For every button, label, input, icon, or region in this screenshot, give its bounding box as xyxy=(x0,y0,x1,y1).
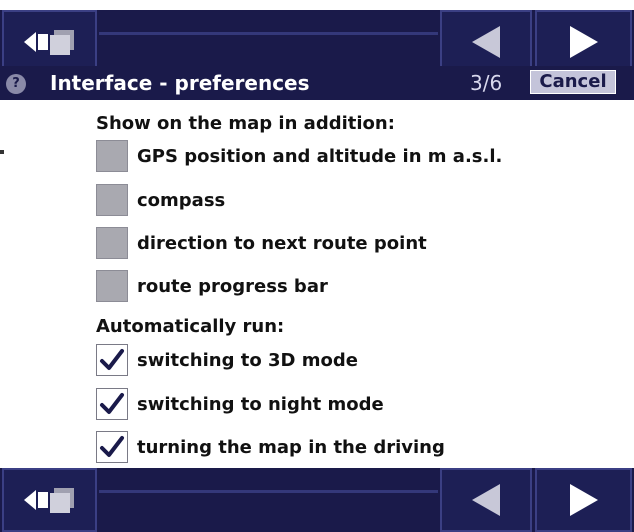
back-windows-icon xyxy=(23,488,74,513)
triangle-left-icon xyxy=(472,26,500,58)
top-toolbar xyxy=(0,10,634,74)
triangle-left-icon xyxy=(472,484,500,516)
option-night-mode[interactable]: switching to night mode xyxy=(96,387,384,421)
option-3d-mode[interactable]: switching to 3D mode xyxy=(96,343,358,377)
help-icon[interactable]: ? xyxy=(6,74,26,94)
next-button[interactable] xyxy=(535,468,632,532)
bottom-toolbar xyxy=(0,468,634,532)
option-label: direction to next route point xyxy=(137,232,427,254)
option-label: GPS position and altitude in m a.s.l. xyxy=(137,145,503,167)
toolbar-track xyxy=(99,468,438,532)
checkbox[interactable] xyxy=(96,227,128,259)
option-compass[interactable]: compass xyxy=(96,183,225,217)
option-gps-position[interactable]: GPS position and altitude in m a.s.l. xyxy=(96,139,502,173)
checkmark-icon xyxy=(100,436,124,457)
triangle-right-icon xyxy=(569,484,598,516)
next-button[interactable] xyxy=(535,10,632,74)
checkbox[interactable] xyxy=(96,184,128,216)
menu-button[interactable] xyxy=(2,468,97,532)
checkbox-checked[interactable] xyxy=(96,344,128,376)
checkbox[interactable] xyxy=(96,270,128,302)
checkmark-icon xyxy=(100,393,124,414)
option-label: switching to night mode xyxy=(137,393,384,415)
previous-button[interactable] xyxy=(440,10,532,74)
option-label: compass xyxy=(137,189,226,211)
toolbar-track xyxy=(99,10,438,74)
back-windows-icon xyxy=(23,30,74,55)
checkbox-checked[interactable] xyxy=(96,431,128,463)
option-label: route progress bar xyxy=(137,275,328,297)
triangle-right-icon xyxy=(569,26,598,58)
option-label: turning the map in the driving xyxy=(137,436,445,458)
header-bar: ? Interface - preferences 3/6 Cancel xyxy=(0,66,634,100)
previous-button[interactable] xyxy=(440,468,532,532)
checkbox-checked[interactable] xyxy=(96,388,128,420)
option-turning-map[interactable]: turning the map in the driving xyxy=(96,430,445,464)
page-title: Interface - preferences xyxy=(50,71,310,95)
option-direction-next-point[interactable]: direction to next route point xyxy=(96,226,427,260)
option-label: switching to 3D mode xyxy=(137,349,358,371)
option-route-progress-bar[interactable]: route progress bar xyxy=(96,269,328,303)
cancel-button[interactable]: Cancel xyxy=(530,70,616,94)
page-indicator: 3/6 xyxy=(470,71,503,95)
edge-mark xyxy=(0,150,4,154)
menu-button[interactable] xyxy=(2,10,97,74)
section-title-automatically-run: Automatically run: xyxy=(96,316,285,337)
checkbox[interactable] xyxy=(96,140,128,172)
checkmark-icon xyxy=(100,349,124,370)
section-title-show-on-map: Show on the map in addition: xyxy=(96,113,395,134)
